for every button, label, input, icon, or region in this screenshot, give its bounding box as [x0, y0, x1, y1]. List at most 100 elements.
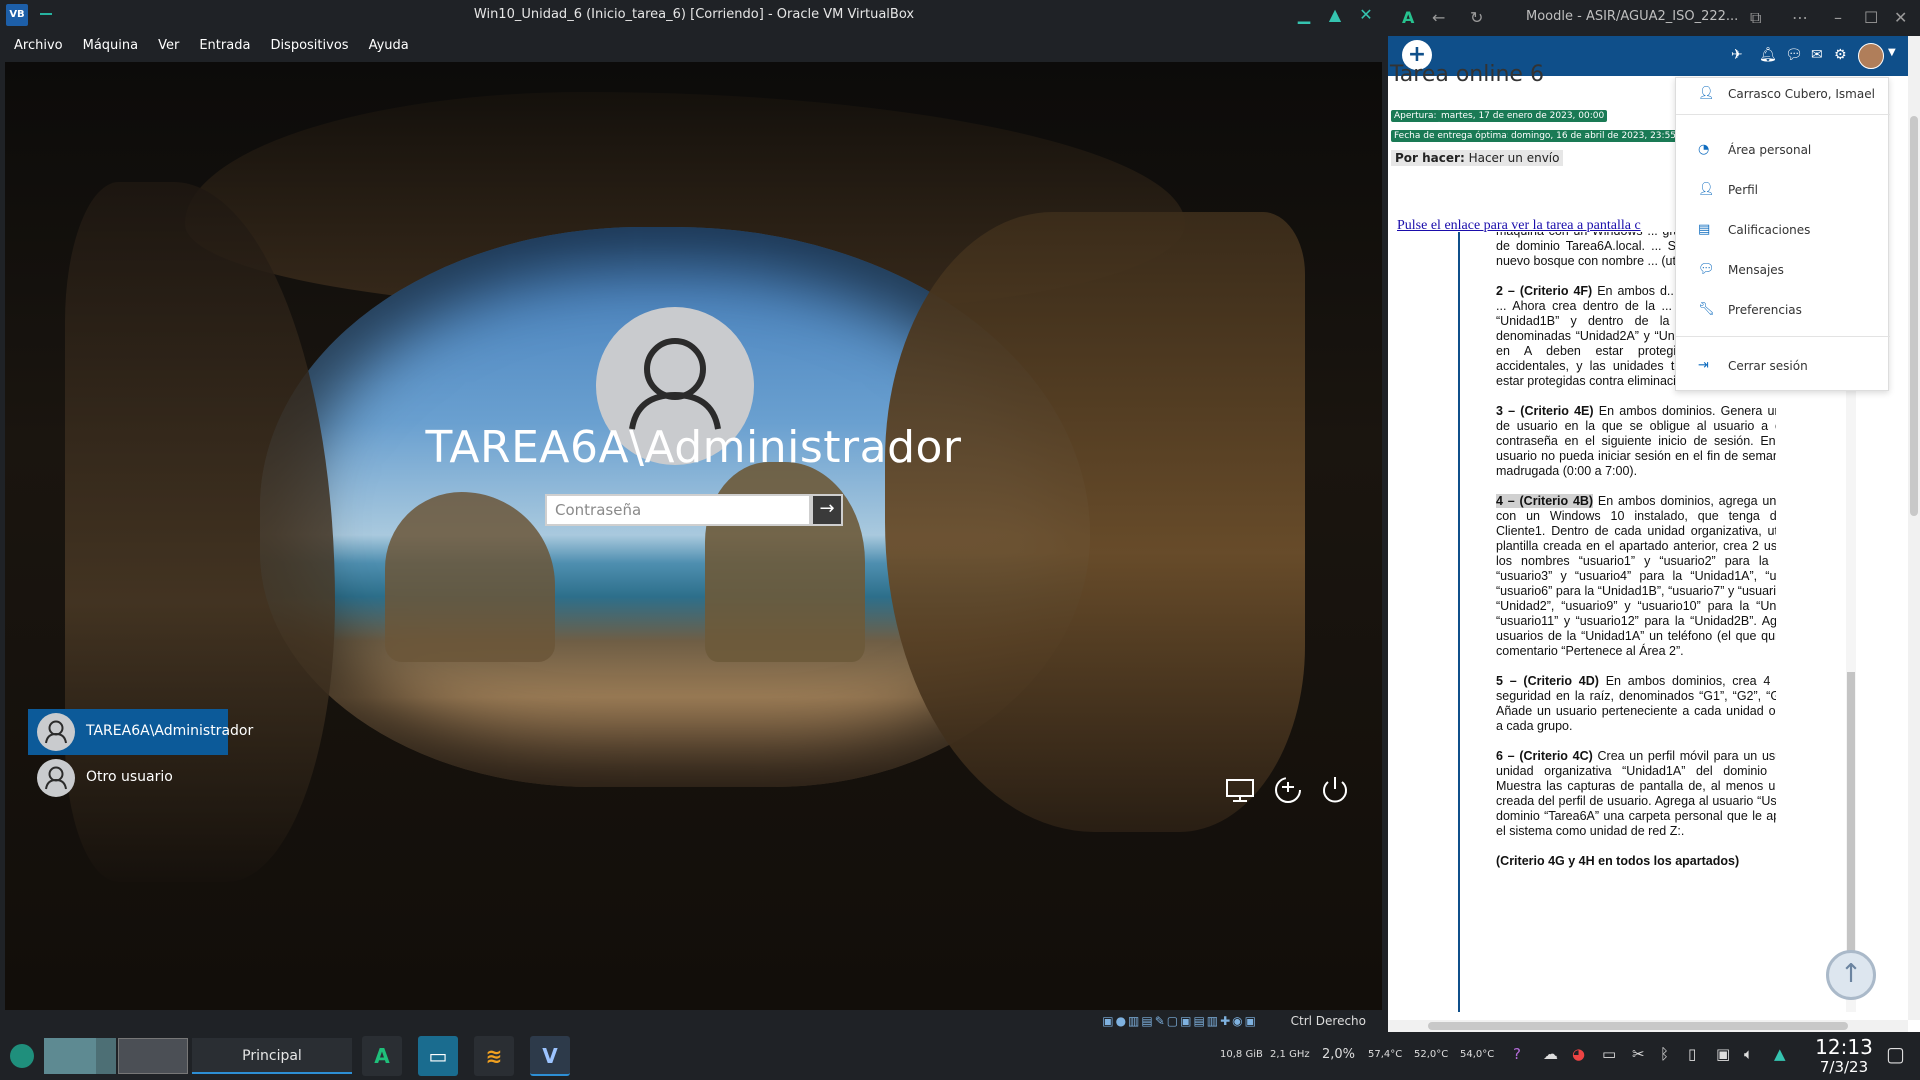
- battery-icon[interactable]: ▯: [1688, 1045, 1696, 1063]
- chevron-down-icon[interactable]: ▼: [1888, 47, 1896, 58]
- cpu-frequency: 2,1 GHz: [1270, 1049, 1310, 1060]
- menu-divider: [1676, 336, 1890, 337]
- menu-item-label: Área personal: [1728, 143, 1812, 157]
- menu-item-label: Calificaciones: [1728, 223, 1811, 237]
- terminal-icon[interactable]: ▭: [1602, 1045, 1616, 1063]
- browser-titlebar: A ← ↻ Moodle - ASIR/AGUA2_ISO_222... ⧉ ⋯…: [1388, 0, 1920, 36]
- user-tile-administrador[interactable]: TAREA6A\Administrador: [28, 709, 253, 755]
- vbox-menubar: Archivo Máquina Ver Entrada Dispositivos Ayud…: [0, 30, 1388, 62]
- moodle-app-icon[interactable]: A: [362, 1036, 402, 1076]
- more-icon[interactable]: ⋯: [1792, 8, 1808, 27]
- user-icon: [37, 713, 75, 751]
- notifications-icon[interactable]: 🔔︎: [1759, 47, 1777, 63]
- wrench-icon: 🔧︎: [1698, 302, 1715, 317]
- criterion-heading: 5 – (Criterio 4D): [1496, 674, 1599, 688]
- criterion-text: En ambos dominios, agrega una máquina co…: [1496, 494, 1776, 658]
- menu-preferencias[interactable]: 🔧︎ Preferencias: [1676, 294, 1890, 326]
- temperature-3: 54,0°C: [1460, 1049, 1495, 1060]
- temperature-1: 57,4°C: [1368, 1049, 1403, 1060]
- app-launcher-icon[interactable]: [10, 1044, 34, 1068]
- power-icon[interactable]: [1317, 772, 1353, 808]
- clock-date: 7/3/23: [1819, 1058, 1869, 1076]
- maximize-icon[interactable]: ▲: [1325, 5, 1345, 25]
- criterion-heading-highlighted: 4 – (Criterio 4B): [1496, 494, 1594, 508]
- user-tile-otro-usuario[interactable]: Otro usuario: [28, 755, 228, 801]
- help-icon[interactable]: ?: [1513, 1045, 1521, 1063]
- virtual-desktop-1[interactable]: [44, 1038, 96, 1074]
- criterion-heading: 3 – (Criterio 4E): [1496, 404, 1594, 418]
- horizontal-scrollbar-thumb[interactable]: [1428, 1022, 1848, 1030]
- virtual-desktop-2[interactable]: [118, 1038, 188, 1074]
- grades-icon: ▤: [1698, 222, 1711, 237]
- task-title: Tarea online 6: [1390, 62, 1544, 87]
- entrega-date-badge: domingo, 16 de abril de 2023, 23:55: [1508, 130, 1680, 142]
- virtual-desktop-1-preview[interactable]: [96, 1038, 116, 1074]
- vbox-window-title: Win10_Unidad_6 (Inicio_tarea_6) [Corrien…: [473, 7, 915, 22]
- todo-status: Por hacer: Hacer un envío: [1391, 150, 1564, 166]
- menu-maquina[interactable]: Máquina: [73, 30, 149, 62]
- page-scrollbar[interactable]: [1908, 36, 1920, 1020]
- chevron-up-icon[interactable]: ▲: [1774, 1045, 1786, 1063]
- task-paragraph-3: 3 – (Criterio 4E) En ambos dominios. Gen…: [1496, 404, 1776, 479]
- frame-scrollbar-thumb[interactable]: [1847, 672, 1855, 992]
- menu-item-label: Preferencias: [1728, 303, 1802, 317]
- menu-ayuda[interactable]: Ayuda: [359, 30, 419, 62]
- back-icon[interactable]: ←: [1432, 8, 1445, 27]
- horizontal-scrollbar[interactable]: [1388, 1020, 1908, 1032]
- virtualbox-task-icon[interactable]: V: [530, 1036, 570, 1076]
- network-icon[interactable]: [1223, 772, 1259, 808]
- user-tile-label: Otro usuario: [86, 769, 173, 785]
- menu-area-personal[interactable]: ◔ Área personal: [1676, 134, 1890, 166]
- menu-user-name[interactable]: 👤︎ Carrasco Cubero, Ismael: [1676, 78, 1890, 110]
- bluetooth-icon[interactable]: ᛒ: [1660, 1045, 1669, 1063]
- menu-ver[interactable]: Ver: [148, 30, 189, 62]
- show-desktop-icon[interactable]: ▢: [1886, 1042, 1905, 1066]
- maximize-icon[interactable]: ☐: [1864, 8, 1878, 27]
- reload-icon[interactable]: ↻: [1470, 8, 1483, 27]
- temperature-2: 52,0°C: [1414, 1049, 1449, 1060]
- layers-app-icon[interactable]: ≋: [474, 1036, 514, 1076]
- menu-entrada[interactable]: Entrada: [189, 30, 260, 62]
- color-picker-icon[interactable]: ◕: [1572, 1045, 1585, 1063]
- messages-icon[interactable]: ✉: [1811, 47, 1823, 63]
- menu-perfil[interactable]: 👤︎ Perfil: [1676, 174, 1890, 206]
- menu-user-name-label: Carrasco Cubero, Ismael: [1728, 87, 1875, 101]
- clock[interactable]: 12:13 7/3/23: [1804, 1036, 1884, 1076]
- cpu-load: 2,0%: [1322, 1047, 1356, 1062]
- vbox-device-icons[interactable]: ▣●▥▤✎▢▣▤▥✚◉▣: [1102, 1014, 1258, 1028]
- page-scrollbar-thumb[interactable]: [1910, 116, 1918, 516]
- user-avatar[interactable]: [1858, 43, 1884, 69]
- guest-screen[interactable]: TAREA6A\Administrador Contraseña → TAREA…: [5, 62, 1382, 1010]
- apertura-date-badge: martes, 17 de enero de 2023, 00:00: [1438, 110, 1608, 122]
- activity-principal[interactable]: Principal: [192, 1038, 352, 1074]
- volume-icon[interactable]: 🔈︎: [1744, 1045, 1753, 1063]
- chat-icon[interactable]: 💬︎: [1785, 47, 1803, 63]
- menu-item-label: Mensajes: [1728, 263, 1784, 277]
- close-icon[interactable]: ✕: [1356, 5, 1376, 25]
- share-icon[interactable]: ⧉: [1750, 8, 1761, 28]
- submit-arrow-button[interactable]: →: [811, 494, 843, 526]
- entrega-badge: Fecha de entrega óptima:: [1391, 130, 1513, 142]
- moodle-logo-icon: A: [1402, 8, 1415, 27]
- scroll-to-top-button[interactable]: ↑: [1826, 950, 1876, 1000]
- minimize-icon[interactable]: ▁: [1294, 5, 1314, 25]
- criterion-heading: 2 – (Criterio 4F): [1496, 284, 1593, 298]
- menu-calificaciones[interactable]: ▤ Calificaciones: [1676, 214, 1890, 246]
- accessibility-icon[interactable]: [1270, 772, 1306, 808]
- menu-mensajes[interactable]: 💬︎ Mensajes: [1676, 254, 1890, 286]
- menu-cerrar-sesion[interactable]: ⇥ Cerrar sesión: [1676, 350, 1890, 382]
- settings-icon[interactable]: ⚙: [1834, 47, 1847, 63]
- close-icon[interactable]: ✕: [1894, 8, 1907, 27]
- cloud-icon[interactable]: ☁: [1543, 1045, 1558, 1063]
- kdeconnect-icon[interactable]: ✂: [1632, 1045, 1645, 1063]
- network-icon[interactable]: ▣: [1716, 1045, 1730, 1063]
- browser-window: A ← ↻ Moodle - ASIR/AGUA2_ISO_222... ⧉ ⋯…: [1388, 0, 1920, 1032]
- menu-dispositivos[interactable]: Dispositivos: [260, 30, 358, 62]
- pin-icon[interactable]: ✈: [1731, 47, 1743, 63]
- file-manager-icon[interactable]: ▭: [418, 1036, 458, 1076]
- messages-icon: 💬︎: [1698, 262, 1715, 277]
- password-input[interactable]: Contraseña: [545, 494, 811, 526]
- menu-item-label: Perfil: [1728, 183, 1759, 197]
- menu-archivo[interactable]: Archivo: [0, 30, 73, 62]
- minimize-icon[interactable]: –: [1834, 8, 1842, 27]
